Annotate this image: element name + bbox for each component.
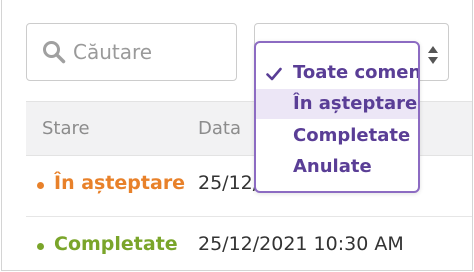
table-row[interactable]: Completate 25/12/2021 10:30 AM <box>26 217 472 270</box>
menu-item-label: Toate comenzile <box>293 62 418 83</box>
menu-item-pending[interactable]: În așteptare <box>256 89 418 119</box>
search-icon <box>42 40 66 64</box>
menu-item-completed[interactable]: Completate <box>256 121 418 151</box>
search-input[interactable] <box>73 38 223 66</box>
menu-item-cancelled[interactable]: Anulate <box>256 152 418 182</box>
column-header-status[interactable]: Stare <box>42 118 90 139</box>
status-filter-menu: Toate comenzile În așteptare Completate … <box>254 41 420 193</box>
search-box[interactable] <box>26 23 237 81</box>
menu-item-label: Completate <box>293 125 411 146</box>
menu-item-label: Anulate <box>293 156 372 177</box>
menu-item-all-orders[interactable]: Toate comenzile <box>256 58 418 88</box>
menu-item-label: În așteptare <box>293 93 418 114</box>
checkmark-icon <box>266 65 282 81</box>
orders-panel: Stare Data În așteptare 25/12/2021 10:30… <box>1 0 473 271</box>
column-header-date[interactable]: Data <box>198 118 241 139</box>
status-dot <box>37 243 44 250</box>
status-label: Completate <box>54 233 178 255</box>
order-date: 25/12/2021 10:30 AM <box>198 233 404 255</box>
select-arrows-icon <box>427 45 439 65</box>
status-label: În așteptare <box>54 172 186 194</box>
status-dot <box>37 182 44 189</box>
